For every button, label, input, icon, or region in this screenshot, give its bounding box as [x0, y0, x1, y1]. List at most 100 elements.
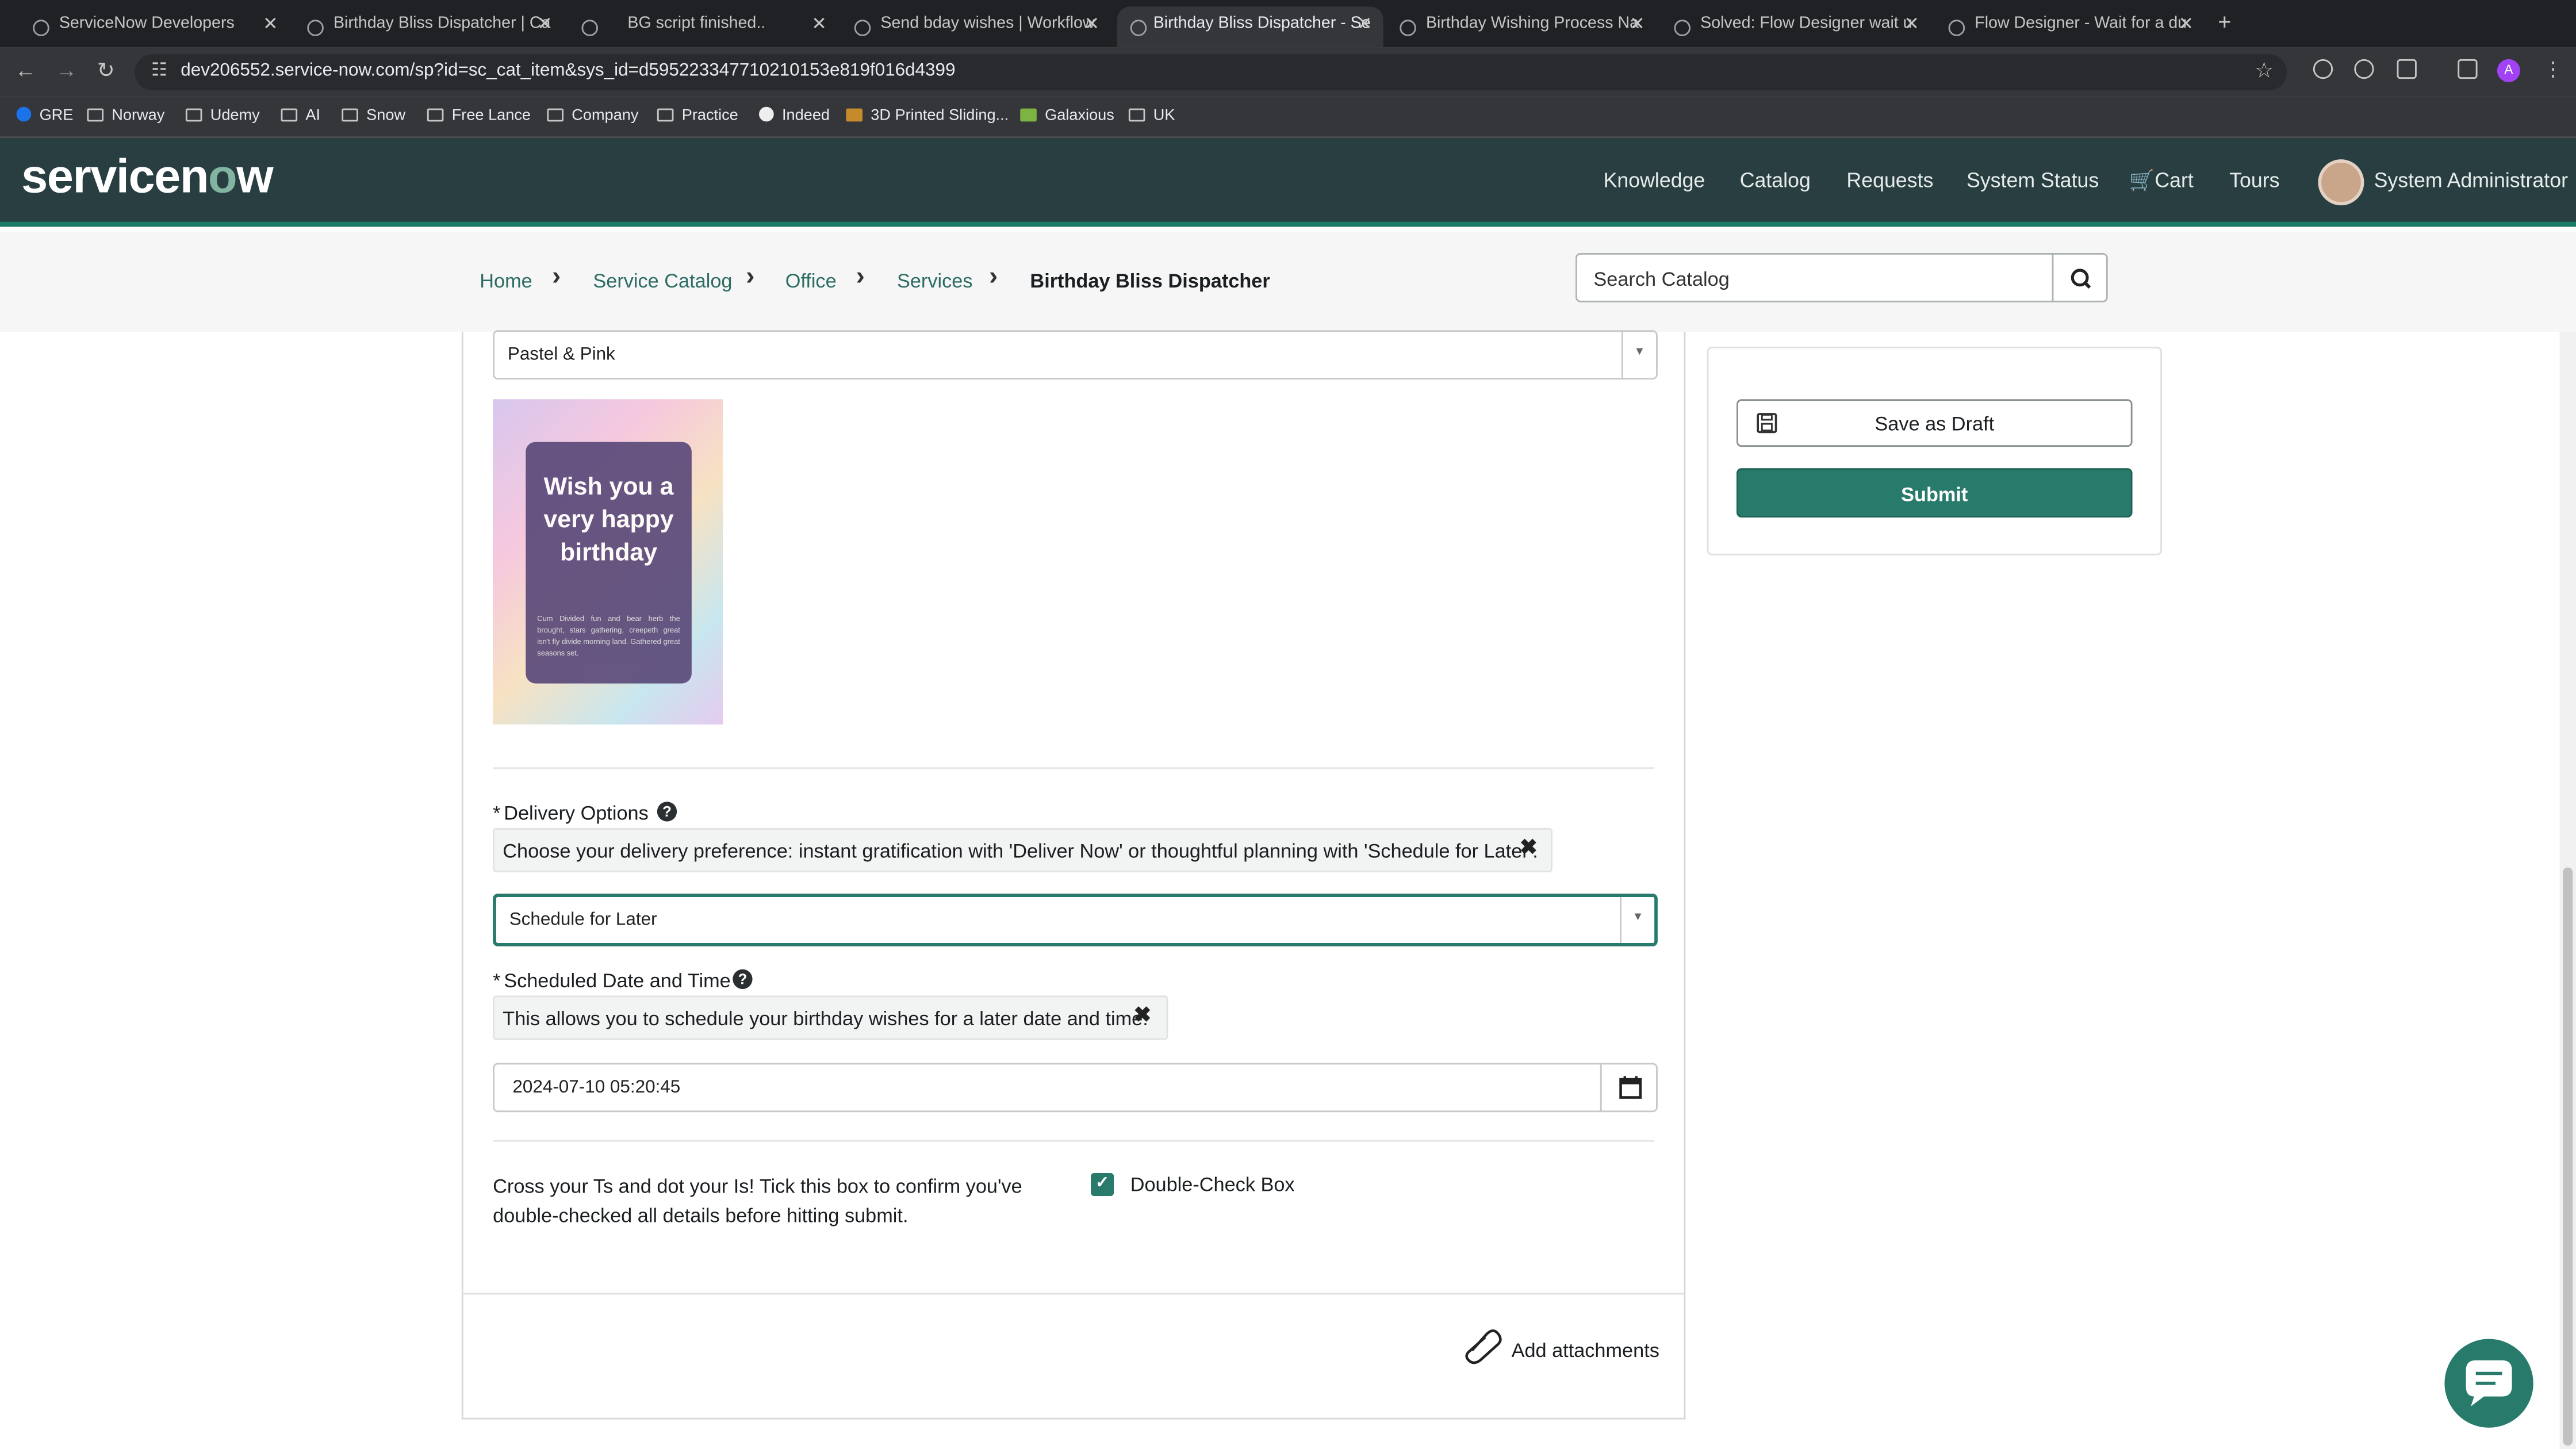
bookmark-star-icon[interactable]: ☆	[2255, 57, 2274, 84]
chevron-down-icon: ▼	[1620, 897, 1654, 943]
favicon-icon	[1948, 20, 1965, 36]
double-check-checkbox[interactable]: ✓	[1091, 1173, 1114, 1196]
servicenow-logo[interactable]: servicenow	[21, 151, 274, 205]
breadcrumb-services[interactable]: Services	[897, 270, 972, 293]
close-icon[interactable]: ✖	[1520, 834, 1538, 861]
nav-tours[interactable]: Tours	[2229, 169, 2279, 192]
browser-tab[interactable]: ServiceNow Developers ✕	[0, 6, 289, 47]
scheduled-datetime-label: * Scheduled Date and Time	[493, 969, 731, 992]
scrollbar-thumb[interactable]	[2563, 867, 2573, 1446]
chat-button[interactable]	[2444, 1339, 2533, 1428]
profile-avatar[interactable]: A	[2497, 59, 2520, 82]
reload-icon[interactable]: ↻	[97, 57, 115, 84]
favicon-icon	[33, 20, 49, 36]
submit-button[interactable]: Submit	[1736, 468, 2133, 518]
url-bar[interactable]: ☷ dev206552.service-now.com/sp?id=sc_cat…	[135, 54, 2287, 91]
nav-requests[interactable]: Requests	[1846, 169, 1933, 192]
search-button[interactable]	[2052, 253, 2108, 302]
bookmark-folder[interactable]: AI	[281, 107, 320, 125]
extension-icon[interactable]	[2313, 59, 2333, 79]
bookmark[interactable]: Galaxious	[1020, 107, 1114, 125]
bookmark-favicon-icon	[1020, 108, 1037, 122]
bookmark-favicon-icon	[846, 108, 862, 122]
double-check-label[interactable]: Double-Check Box	[1130, 1173, 1295, 1196]
user-avatar[interactable]	[2318, 159, 2364, 206]
folder-icon	[281, 108, 298, 122]
divider	[493, 767, 1655, 769]
bookmark[interactable]: 3D Printed Sliding...	[846, 107, 1009, 125]
save-as-draft-button[interactable]: Save as Draft	[1736, 399, 2133, 447]
address-row: ← → ↻ ☷ dev206552.service-now.com/sp?id=…	[0, 47, 2576, 97]
card-panel: Wish you a very happy birthday Cum Divid…	[526, 442, 692, 684]
search-catalog-input[interactable]: Search Catalog	[1575, 253, 2054, 302]
breadcrumb-home[interactable]: Home	[480, 270, 532, 293]
delivery-options-select[interactable]: Schedule for Later ▼	[493, 894, 1658, 946]
browser-tab-strip: ServiceNow Developers ✕ Birthday Bliss Di…	[0, 0, 2576, 48]
bookmark[interactable]: Indeed	[759, 106, 830, 125]
breadcrumb-current: Birthday Bliss Dispatcher	[1030, 269, 1270, 293]
divider	[463, 1293, 1684, 1295]
bookmark[interactable]: GRE	[16, 106, 74, 125]
calendar-icon	[1619, 1076, 1642, 1099]
bookmark-folder[interactable]: UK	[1128, 107, 1175, 125]
card-theme-select[interactable]: Pastel & Pink ▼	[493, 330, 1658, 379]
browser-tab[interactable]: Birthday Wishing Process Na ✕	[1367, 6, 1656, 47]
card-fine-print: Cum Divided fun and bear herb the brough…	[537, 614, 680, 657]
favicon-icon	[1674, 20, 1690, 36]
browser-tab[interactable]: BG script finished.. ✕	[549, 6, 838, 47]
bookmark-folder[interactable]: Company	[547, 107, 638, 125]
breadcrumb-bar: Home › Service Catalog › Office › Servic…	[0, 231, 2576, 332]
extension-icon[interactable]	[2354, 59, 2374, 79]
extensions-puzzle-icon[interactable]	[2397, 59, 2417, 79]
help-icon[interactable]: ?	[657, 802, 677, 822]
favicon-icon	[1130, 20, 1147, 36]
favicon-icon	[854, 20, 871, 36]
help-icon[interactable]: ?	[733, 969, 753, 989]
browser-tab[interactable]: Birthday Bliss Dispatcher | Ca ✕	[274, 6, 564, 47]
browser-tab[interactable]: Send bday wishes | Workflow ✕	[822, 6, 1111, 47]
paperclip-icon[interactable]	[1462, 1326, 1505, 1366]
close-tab-icon[interactable]: ✕	[1084, 13, 1099, 34]
browser-tab[interactable]: Solved: Flow Designer wait u ✕	[1641, 6, 1930, 47]
favicon-icon	[581, 20, 598, 36]
folder-icon	[427, 108, 444, 122]
bookmark-folder[interactable]: Udemy	[185, 107, 260, 125]
breadcrumb-office[interactable]: Office	[785, 270, 837, 293]
chevron-right-icon: ›	[989, 263, 998, 291]
search-icon	[2071, 269, 2091, 289]
breadcrumb-service-catalog[interactable]: Service Catalog	[593, 270, 732, 293]
schedule-help-text: This allows you to schedule your birthda…	[493, 995, 1168, 1040]
back-icon[interactable]: ←	[15, 57, 36, 82]
nav-catalog[interactable]: Catalog	[1740, 169, 1811, 192]
nav-knowledge[interactable]: Knowledge	[1604, 169, 1705, 192]
delivery-options-label: * Delivery Options	[493, 802, 649, 825]
nav-cart-label: Cart	[2155, 169, 2194, 193]
browser-menu-icon[interactable]: ⋮	[2543, 57, 2563, 80]
close-icon[interactable]: ✖	[1133, 1002, 1151, 1029]
close-tab-icon[interactable]: ✕	[2179, 13, 2194, 34]
browser-tab[interactable]: Flow Designer - Wait for a du ✕	[1915, 6, 2205, 47]
chevron-right-icon: ›	[552, 263, 561, 291]
user-menu[interactable]: System Administrator	[2374, 169, 2568, 192]
calendar-button[interactable]	[1600, 1063, 1658, 1113]
scheduled-datetime-input[interactable]: 2024-07-10 05:20:45	[493, 1063, 1602, 1113]
bookmark-folder[interactable]: Practice	[657, 107, 738, 125]
folder-icon	[547, 108, 564, 122]
screen: ServiceNow Developers ✕ Birthday Bliss Di…	[0, 0, 2576, 1449]
browser-tab-active[interactable]: Birthday Bliss Dispatcher - Se ✕	[1117, 6, 1383, 48]
nav-system-status[interactable]: System Status	[1966, 169, 2099, 192]
folder-icon	[657, 108, 674, 122]
bookmark-folder[interactable]: Norway	[87, 107, 164, 125]
favicon-icon	[307, 20, 324, 36]
bookmarks-bar: GRE Norway Udemy AI Snow Free Lance Comp…	[0, 97, 2576, 138]
forward-icon[interactable]: →	[56, 57, 77, 82]
site-info-icon[interactable]: ☷	[151, 59, 167, 80]
media-control-icon[interactable]	[2458, 59, 2478, 79]
bookmark-folder[interactable]: Free Lance	[427, 107, 531, 125]
nav-cart[interactable]: 🛒Cart	[2129, 169, 2194, 194]
chevron-right-icon: ›	[746, 263, 755, 291]
new-tab-icon[interactable]: +	[2218, 8, 2231, 34]
folder-icon	[185, 108, 202, 122]
bookmark-folder[interactable]: Snow	[342, 107, 405, 125]
add-attachments-link[interactable]: Add attachments	[1512, 1339, 1659, 1362]
